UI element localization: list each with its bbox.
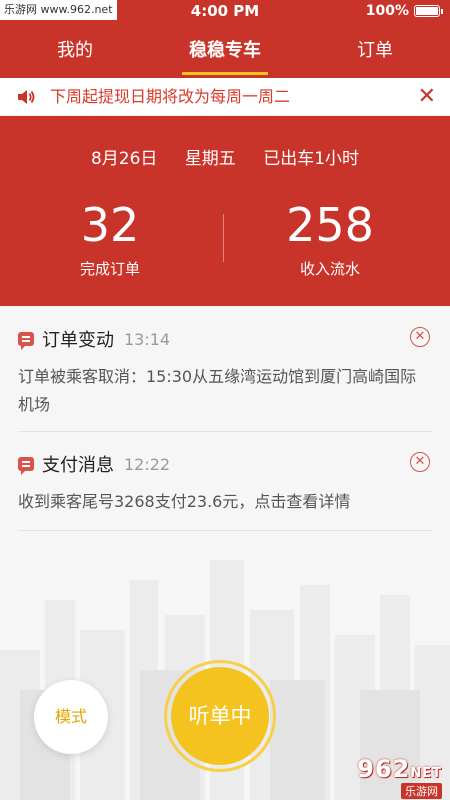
battery-status: 100% xyxy=(365,3,443,19)
battery-icon xyxy=(414,5,443,17)
top-nav: 我的 稳稳专车 订单 xyxy=(0,24,450,78)
battery-percent: 100% xyxy=(365,3,409,19)
income-amount: 258 xyxy=(286,198,374,252)
listening-button[interactable]: 听单中 xyxy=(171,667,269,765)
duty-duration: 已出车1小时 xyxy=(263,149,360,169)
orders-count: 32 xyxy=(80,198,140,252)
message-icon xyxy=(18,332,34,350)
message-icon xyxy=(18,457,34,475)
logo-number: 962NET xyxy=(357,755,442,783)
mode-button[interactable]: 模式 xyxy=(34,680,108,754)
message-header: 订单变动 13:14 xyxy=(18,325,170,353)
message-card[interactable]: 支付消息 12:22 ✕ 收到乘客尾号3268支付23.6元，点击查看详情 xyxy=(18,450,432,531)
orders-label: 完成订单 xyxy=(79,260,140,278)
close-icon[interactable]: ✕ xyxy=(418,83,436,111)
tab-orders[interactable]: 订单 xyxy=(300,24,450,78)
status-bar: 乐游网 www.962.net 4:00 PM 100% xyxy=(0,0,450,24)
brand-logo: 962NET 乐游网 xyxy=(357,755,442,799)
message-body: 订单被乘客取消：15:30从五缘湾运动馆到厦门高崎国际机场 xyxy=(18,367,417,414)
message-time: 12:22 xyxy=(124,454,171,474)
stats-divider xyxy=(223,214,224,262)
income-label: 收入流水 xyxy=(299,260,360,278)
notice-text: 下周起提现日期将改为每周一周二 xyxy=(50,87,291,106)
message-time: 13:14 xyxy=(124,329,171,349)
active-tab-indicator xyxy=(182,72,268,75)
tab-mine[interactable]: 我的 xyxy=(0,24,150,78)
date-text: 8月26日 xyxy=(90,149,158,169)
notice-bar[interactable]: 下周起提现日期将改为每周一周二 ✕ xyxy=(0,78,450,116)
dismiss-icon[interactable]: ✕ xyxy=(410,452,430,472)
message-body: 收到乘客尾号3268支付23.6元，点击查看详情 xyxy=(18,492,351,511)
speaker-icon xyxy=(16,87,36,111)
weekday-text: 星期五 xyxy=(184,149,236,169)
message-header: 支付消息 12:22 xyxy=(18,450,170,478)
message-card[interactable]: 订单变动 13:14 ✕ 订单被乘客取消：15:30从五缘湾运动馆到厦门高崎国际… xyxy=(18,325,432,432)
date-line: 8月26日 星期五 已出车1小时 xyxy=(0,144,450,169)
tab-ride-service[interactable]: 稳稳专车 xyxy=(150,24,300,78)
logo-name: 乐游网 xyxy=(401,783,442,799)
summary-panel: 8月26日 星期五 已出车1小时 32 完成订单 258 收入流水 xyxy=(0,116,450,306)
dismiss-icon[interactable]: ✕ xyxy=(410,327,430,347)
message-title: 支付消息 xyxy=(42,455,114,476)
message-title: 订单变动 xyxy=(42,330,114,351)
